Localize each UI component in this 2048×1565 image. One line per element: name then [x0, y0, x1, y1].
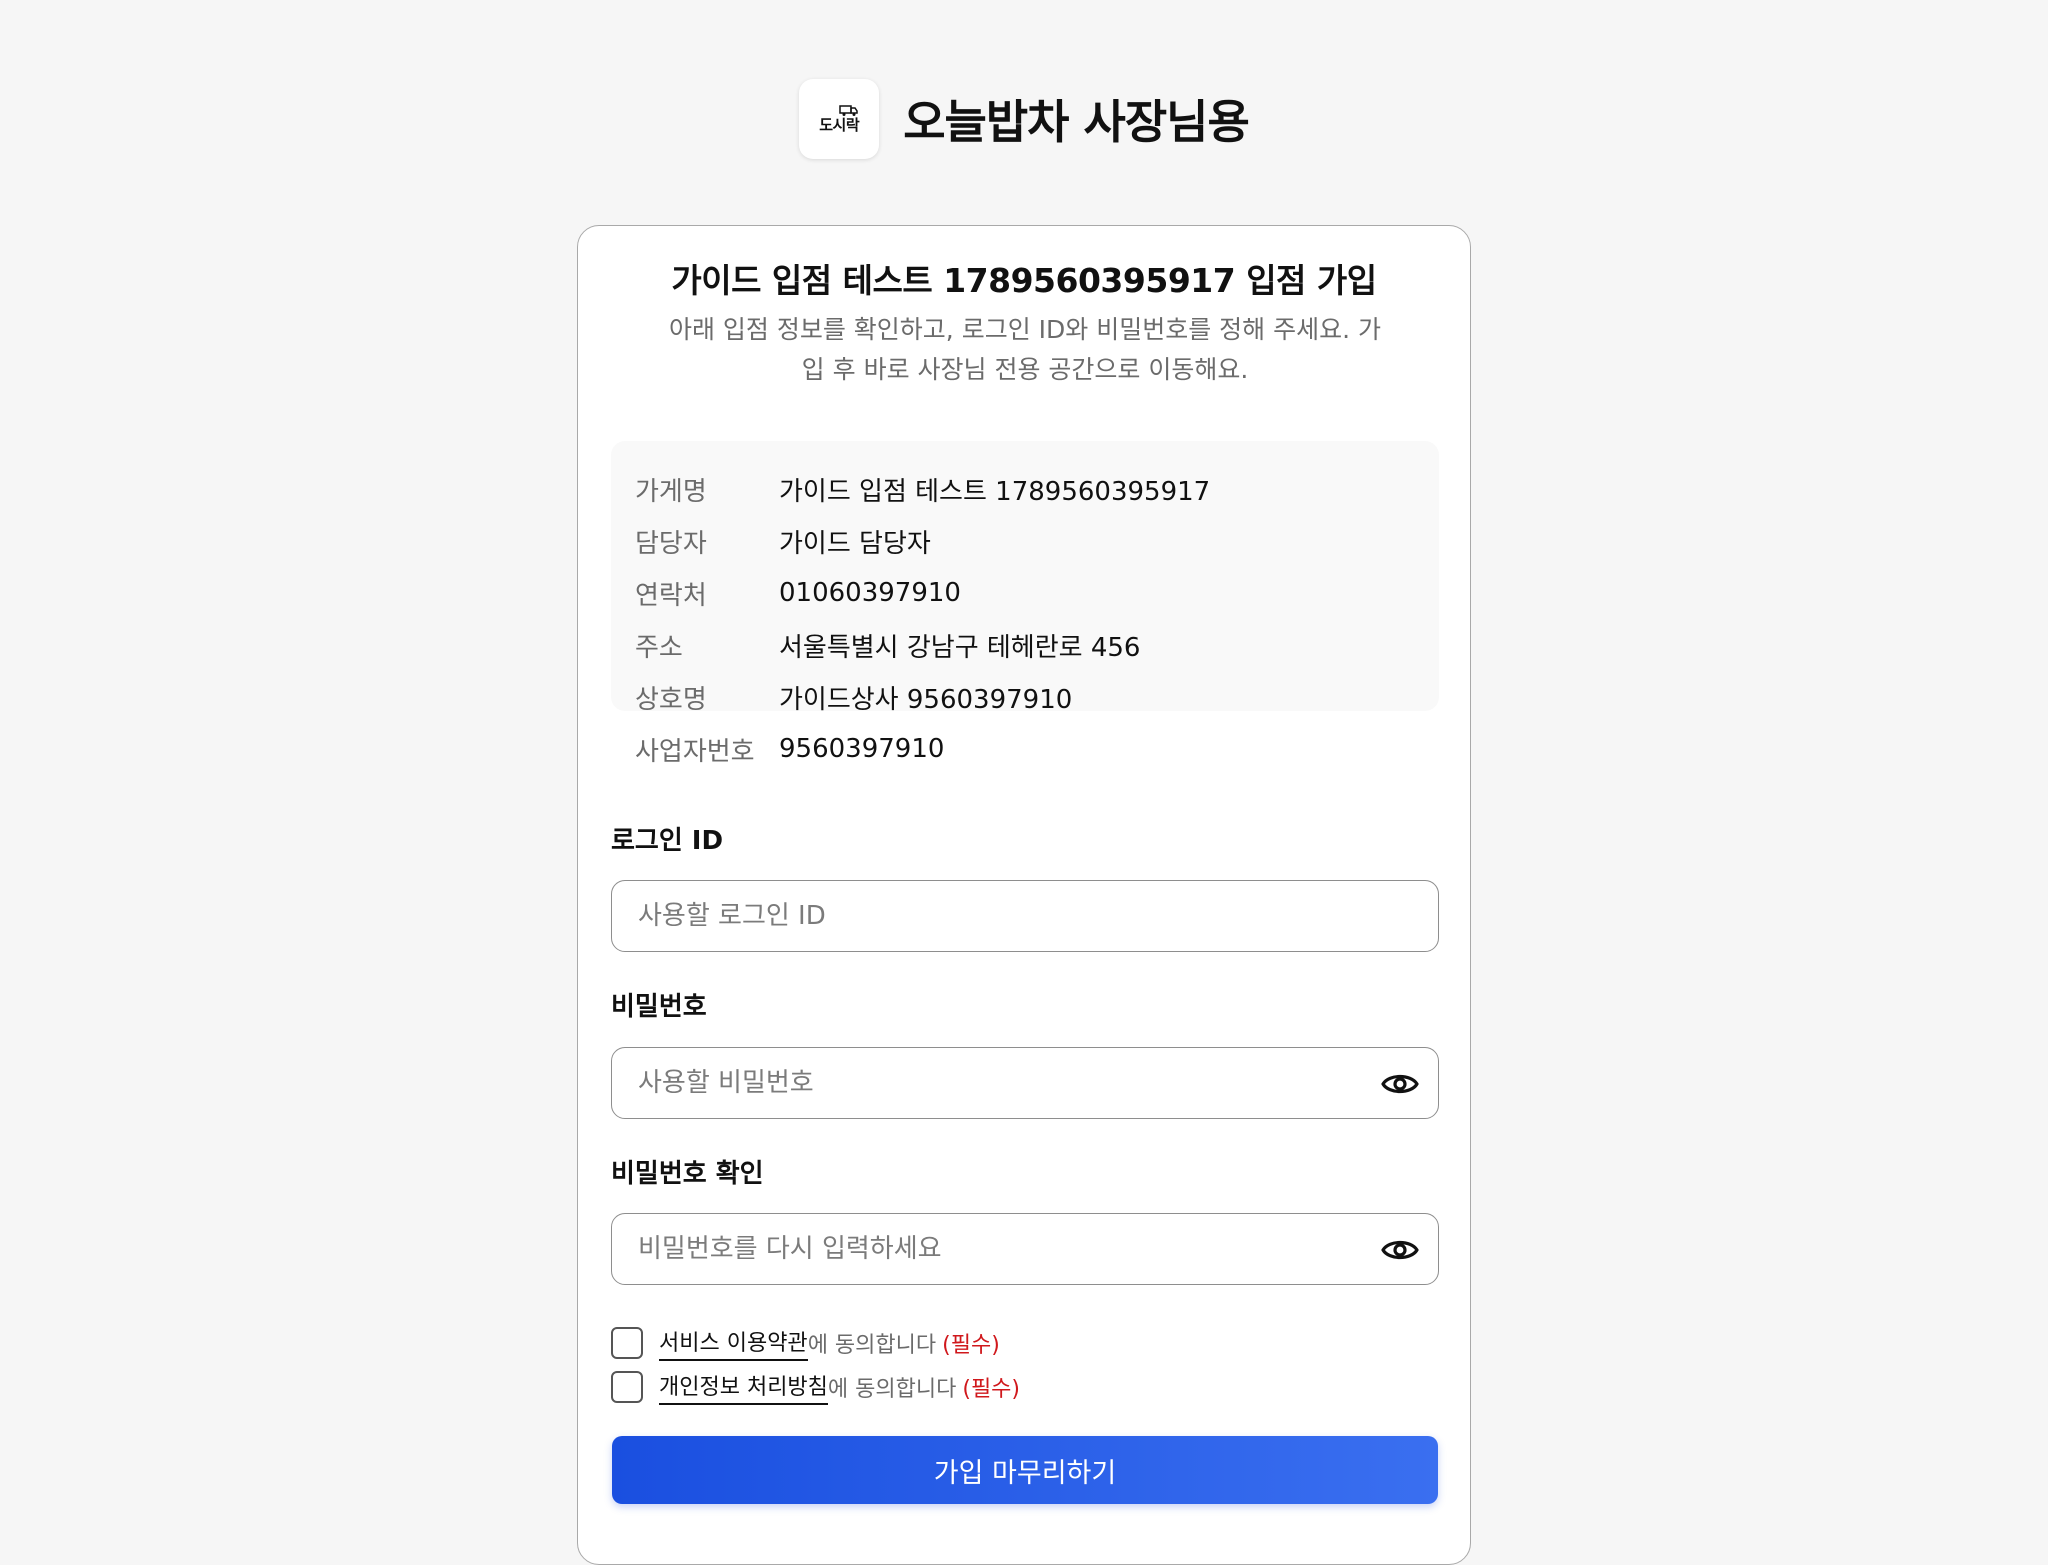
info-row-store-name: 가게명 가이드 입점 테스트 1789560395917: [635, 463, 1415, 515]
login-id-label: 로그인 ID: [611, 826, 724, 856]
app-header: 도시락 오늘밥차 사장님용: [0, 79, 2048, 159]
info-value: 9560397910: [779, 734, 945, 764]
submit-signup-button[interactable]: 가입 마무리하기: [612, 1436, 1438, 1504]
info-row-business-number: 사업자번호 9560397910: [635, 723, 1415, 775]
password-confirm-label: 비밀번호 확인: [611, 1159, 764, 1189]
info-value: 01060397910: [779, 578, 961, 608]
card-title: 가이드 입점 테스트 1789560395917 입점 가입: [671, 261, 1377, 300]
login-id-field-wrap: [611, 880, 1439, 952]
eye-icon[interactable]: [1380, 1234, 1420, 1266]
privacy-policy-link[interactable]: 개인정보 처리방침: [659, 1369, 828, 1405]
terms-checkbox[interactable]: [611, 1327, 643, 1359]
info-value: 가이드 입점 테스트 1789560395917: [779, 476, 1211, 507]
info-row-address: 주소 서울특별시 강남구 테헤란로 456: [635, 619, 1415, 671]
agreement-text: 에 동의합니다: [827, 1377, 957, 1402]
app-logo: 도시락: [799, 79, 880, 159]
privacy-checkbox[interactable]: [611, 1371, 643, 1403]
required-badge: (필수): [962, 1377, 1021, 1402]
password-input[interactable]: [612, 1048, 1438, 1118]
info-label: 주소: [635, 632, 683, 663]
privacy-agreement-row: 개인정보 처리방침 에 동의합니다 (필수): [611, 1369, 1021, 1405]
info-label: 상호명: [635, 684, 707, 715]
agreement-text: 에 동의합니다: [807, 1333, 937, 1358]
terms-agreement-row: 서비스 이용약관 에 동의합니다 (필수): [611, 1325, 1000, 1361]
info-label: 사업자번호: [635, 736, 755, 767]
info-value: 서울특별시 강남구 테헤란로 456: [779, 632, 1141, 663]
info-label: 연락처: [635, 580, 707, 611]
signup-card: 가이드 입점 테스트 1789560395917 입점 가입 아래 입점 정보를…: [577, 225, 1471, 1565]
info-row-contact: 연락처 01060397910: [635, 567, 1415, 619]
login-id-input[interactable]: [612, 881, 1438, 951]
info-row-manager: 담당자 가이드 담당자: [635, 515, 1415, 567]
required-badge: (필수): [942, 1333, 1000, 1358]
info-label: 담당자: [635, 528, 707, 559]
store-info-box: 가게명 가이드 입점 테스트 1789560395917 담당자 가이드 담당자…: [611, 441, 1439, 767]
app-title: 오늘밥차 사장님용: [903, 95, 1250, 149]
info-label: 가게명: [635, 476, 707, 507]
password-label: 비밀번호: [611, 992, 707, 1022]
eye-icon[interactable]: [1380, 1068, 1420, 1100]
info-row-company-name: 상호명 가이드상사 9560397910: [635, 671, 1415, 723]
lunchbox-truck-icon: [839, 105, 858, 116]
terms-of-service-link[interactable]: 서비스 이용약관: [659, 1325, 808, 1361]
password-confirm-field-wrap: [611, 1213, 1439, 1285]
info-value: 가이드 담당자: [779, 528, 931, 559]
password-confirm-input[interactable]: [612, 1214, 1438, 1284]
password-field-wrap: [611, 1047, 1439, 1119]
info-value: 가이드상사 9560397910: [779, 684, 1073, 715]
card-description: 아래 입점 정보를 확인하고, 로그인 ID와 비밀번호를 정해 주세요. 가입…: [668, 315, 1382, 384]
